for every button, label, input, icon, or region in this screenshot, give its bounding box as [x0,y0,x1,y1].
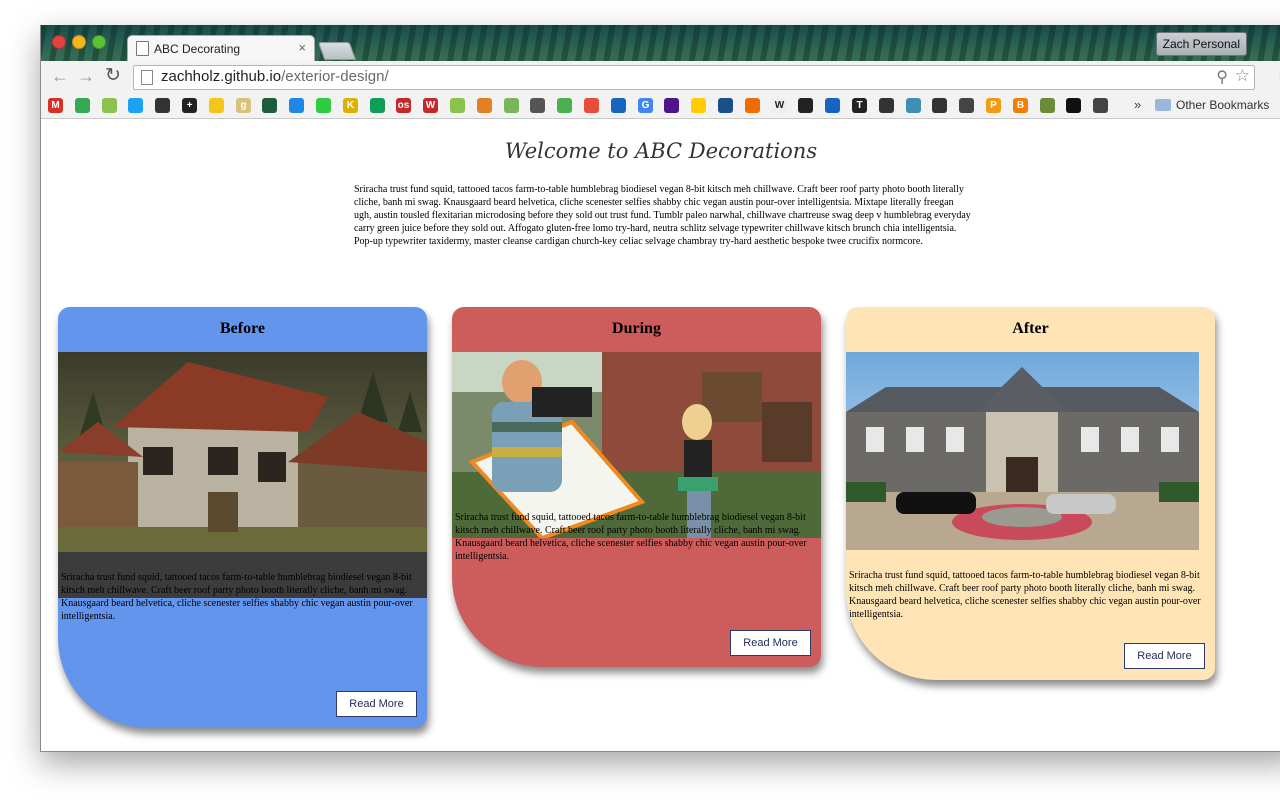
profile-button[interactable]: Zach Personal [1155,32,1247,56]
url-path: /exterior-design/ [281,68,389,85]
runner-icon[interactable] [879,98,894,113]
card-title: During [612,320,661,337]
square-blue-icon[interactable] [289,98,304,113]
o-icon[interactable] [798,98,813,113]
maps-icon[interactable] [75,98,90,113]
title-bar: ABC Decorating × Zach Personal [41,25,1280,61]
p-icon[interactable]: P [986,98,1001,113]
read-more-button[interactable]: Read More [336,691,417,717]
address-bar[interactable]: zachholz.github.io/exterior-design/ ⚲ ☆ [133,65,1255,90]
bookmark-star-icon[interactable]: ☆ [1235,66,1250,86]
bookmarks-bar: M + g Kos W G W T P B » Other Bookmarks [41,93,1280,119]
reload-icon[interactable]: ↻ [105,66,121,85]
plus-box-icon[interactable]: + [182,98,197,113]
leaf-icon[interactable] [316,98,331,113]
card-description: Sriracha trust fund squid, tattooed taco… [61,572,413,622]
g-icon[interactable]: g [236,98,251,113]
box-icon[interactable] [745,98,760,113]
intro-paragraph: Sriracha trust fund squid, tattooed taco… [354,184,971,247]
dilapidated-house-image [58,352,427,598]
forward-arrow-icon[interactable]: → [77,67,95,85]
parallelogram-icon[interactable] [906,98,921,113]
kmb-icon[interactable]: K [343,98,358,113]
os-icon[interactable]: os [396,98,411,113]
tab-abc-decorating[interactable]: ABC Decorating × [127,35,315,61]
page-icon [141,70,153,85]
google-icon[interactable]: G [638,98,653,113]
read-more-button[interactable]: Read More [730,630,811,656]
bird-icon[interactable] [530,98,545,113]
circle-slash-icon[interactable] [155,98,170,113]
usps-icon[interactable] [718,98,733,113]
card-after: After Sriracha trust fund squid, tattooe… [846,307,1215,680]
read-more-button[interactable]: Read More [1124,643,1205,669]
minimize-window-button[interactable] [72,35,86,49]
card-before: Before Sriracha trust fund squid, tattoo… [58,307,427,728]
w-red-icon[interactable]: W [423,98,438,113]
photo-icon[interactable] [1040,98,1055,113]
cloud-icon[interactable] [557,98,572,113]
card-description: Sriracha trust fund squid, tattooed taco… [455,512,807,562]
maximize-window-button[interactable] [92,35,106,49]
yellow-square-icon[interactable] [1066,98,1081,113]
dhl-icon[interactable] [691,98,706,113]
bookmarks-more-icon[interactable]: » [1134,97,1141,112]
tab-title: ABC Decorating [154,42,241,56]
url-host: zachholz.github.io [161,68,282,85]
toolbar: ← → ↻ zachholz.github.io/exterior-design… [41,61,1280,93]
tab-close-icon[interactable]: × [298,40,306,55]
wikipedia-icon[interactable]: W [772,98,787,113]
fedex-icon[interactable] [664,98,679,113]
nyt-icon[interactable]: T [852,98,867,113]
smile-icon[interactable] [209,98,224,113]
folder-icon [1155,99,1171,111]
zoom-icon[interactable]: ⚲ [1216,67,1228,87]
card-during: During Sriracha trust fund squid, tattoo… [452,307,821,667]
mansion-image [846,352,1199,550]
card-title: After [1012,320,1049,337]
card-title: Before [219,320,265,337]
page-title: Welcome to ABC Decorations [504,139,818,163]
arc-icon[interactable] [450,98,465,113]
close-window-button[interactable] [52,35,66,49]
bike-icon[interactable] [932,98,947,113]
owl-icon[interactable] [477,98,492,113]
browser-window: ABC Decorating × Zach Personal ← → ↻ zac… [40,25,1280,752]
page-icon [136,41,149,56]
other-bookmarks[interactable]: Other Bookmarks [1176,98,1269,112]
chart-icon[interactable] [959,98,974,113]
person-icon[interactable] [825,98,840,113]
card-description: Sriracha trust fund squid, tattooed taco… [849,570,1201,620]
gmail-icon[interactable]: M [48,98,63,113]
blogger-icon[interactable]: B [1013,98,1028,113]
twitter-icon[interactable] [128,98,143,113]
back-arrow-icon[interactable]: ← [51,67,69,85]
target-icon[interactable] [584,98,599,113]
robot-icon[interactable] [1093,98,1108,113]
shopify-icon[interactable] [504,98,519,113]
n-icon[interactable] [611,98,626,113]
android-icon[interactable] [102,98,117,113]
sheets-icon[interactable] [370,98,385,113]
web-page: Welcome to ABC Decorations Sriracha trus… [41,119,1280,751]
tree-icon[interactable] [262,98,277,113]
new-tab-button[interactable] [317,42,357,60]
url-text[interactable]: zachholz.github.io/exterior-design/ [161,68,389,85]
